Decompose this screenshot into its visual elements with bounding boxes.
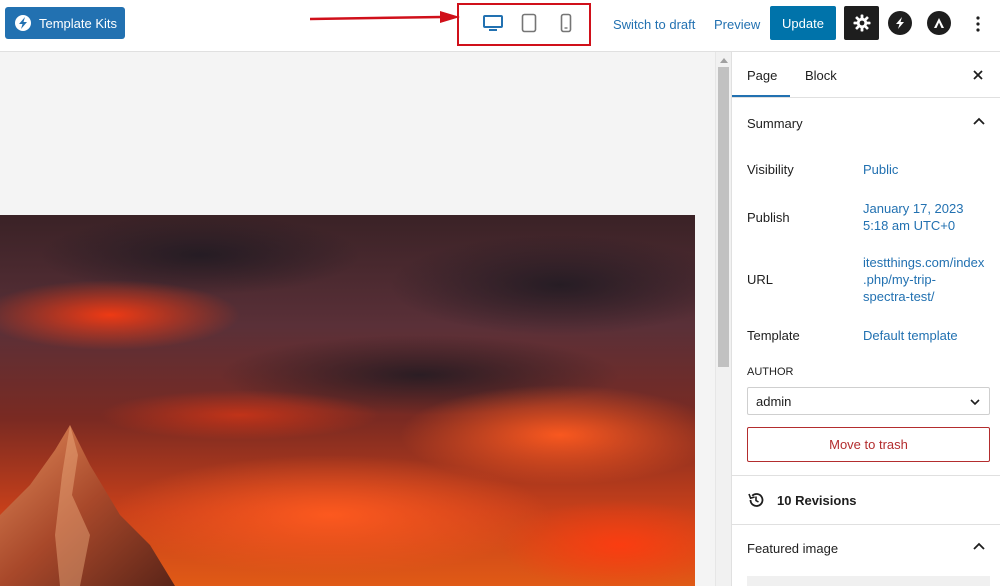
desktop-preview-icon[interactable] [482, 12, 504, 34]
hero-image[interactable] [0, 215, 695, 586]
publish-value[interactable]: January 17, 2023 5:18 am UTC+0 [863, 200, 993, 234]
url-label: URL [747, 272, 774, 287]
chevron-down-icon [970, 399, 980, 406]
revisions-link[interactable]: 10 Revisions [747, 491, 857, 509]
sidebar-tabs: Page Block [732, 52, 1000, 98]
author-value: admin [756, 393, 792, 409]
revisions-label: 10 Revisions [777, 492, 857, 508]
author-select[interactable]: admin [747, 387, 990, 415]
summary-panel-title[interactable]: Summary [747, 116, 803, 131]
divider [732, 475, 1000, 476]
editor-header: Template Kits Switch to draft Preview Up… [0, 0, 1000, 52]
visibility-label: Visibility [747, 162, 794, 177]
tab-block[interactable]: Block [805, 68, 837, 83]
chevron-up-icon[interactable] [972, 115, 986, 129]
editor-canvas[interactable] [0, 52, 715, 586]
preview-link[interactable]: Preview [714, 17, 760, 32]
featured-image-placeholder[interactable] [747, 576, 990, 586]
tab-page[interactable]: Page [747, 68, 777, 83]
author-label: AUTHOR [747, 366, 794, 378]
scroll-up-arrow-icon[interactable] [720, 58, 728, 63]
scroll-thumb[interactable] [718, 67, 729, 367]
template-kits-button[interactable]: Template Kits [5, 7, 125, 39]
featured-image-panel-title[interactable]: Featured image [747, 541, 838, 556]
move-to-trash-button[interactable]: Move to trash [747, 427, 990, 462]
switch-to-draft-link[interactable]: Switch to draft [613, 17, 695, 32]
history-icon [748, 493, 764, 507]
tablet-preview-icon[interactable] [518, 12, 540, 34]
publish-date: January 17, 2023 [863, 201, 964, 216]
publish-label: Publish [747, 210, 790, 225]
active-tab-indicator [732, 95, 790, 97]
chevron-up-icon[interactable] [972, 540, 986, 554]
spectra-plugin-icon[interactable] [888, 11, 912, 35]
settings-gear-icon[interactable] [844, 6, 879, 40]
update-button[interactable]: Update [770, 6, 836, 40]
mobile-preview-icon[interactable] [555, 12, 577, 34]
url-line: itestthings.com/index [863, 255, 985, 270]
annotation-arrow [310, 11, 460, 23]
divider [732, 524, 1000, 525]
settings-sidebar: Page Block Summary Visibility Public Pub… [731, 52, 1000, 586]
url-line: .php/my-trip- [863, 272, 936, 287]
publish-time: 5:18 am UTC+0 [863, 218, 956, 233]
template-kits-label: Template Kits [39, 15, 118, 31]
astra-plugin-icon[interactable] [927, 11, 951, 35]
visibility-value[interactable]: Public [863, 161, 993, 178]
template-label: Template [747, 328, 800, 343]
canvas-scrollbar[interactable] [715, 52, 731, 586]
url-value[interactable]: itestthings.com/index .php/my-trip- spec… [863, 254, 993, 305]
template-value[interactable]: Default template [863, 327, 993, 344]
more-options-icon[interactable] [968, 12, 988, 36]
url-line: spectra-test/ [863, 289, 935, 304]
spectra-logo-icon [15, 15, 31, 31]
close-icon[interactable] [970, 67, 986, 83]
